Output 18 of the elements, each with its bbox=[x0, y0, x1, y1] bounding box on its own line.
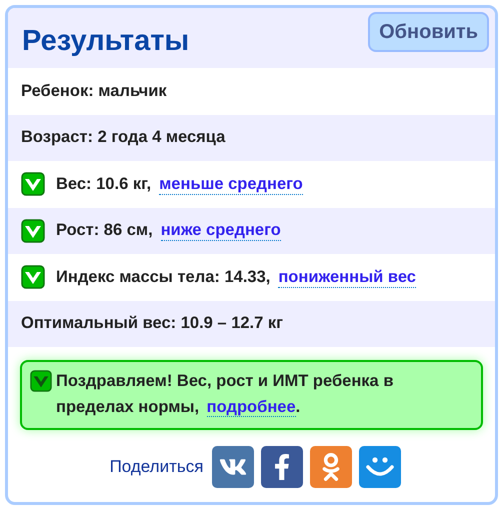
detail-link[interactable]: пониженный вес bbox=[278, 266, 416, 288]
more-link[interactable]: подробнее bbox=[206, 398, 296, 417]
share-button[interactable] bbox=[359, 446, 402, 488]
success-message: Поздравляем! Вес, рост и ИМТ ребенка в пределах нормы, подробнее. bbox=[56, 371, 394, 419]
vk-share-button[interactable] bbox=[212, 446, 254, 488]
refresh-button[interactable]: Обновить bbox=[368, 12, 489, 52]
facebook-share-button[interactable] bbox=[261, 446, 304, 488]
row-text: Возраст: 2 года 4 месяца bbox=[21, 127, 226, 148]
row-text: Ребенок: мальчик bbox=[21, 80, 167, 102]
row-text: Индекс массы тела: 14.33, bbox=[56, 266, 270, 288]
detail-link[interactable]: меньше среднего bbox=[159, 174, 303, 195]
odnoklassniki-share-button[interactable] bbox=[310, 446, 352, 488]
share-label: Поделиться bbox=[110, 456, 204, 478]
row-text: Вес: 10.6 кг, bbox=[56, 174, 152, 195]
row-text: Рост: 86 см, bbox=[56, 220, 153, 242]
detail-link[interactable]: ниже среднего bbox=[160, 220, 281, 242]
results-title: Результаты bbox=[22, 24, 190, 60]
row-text: Оптимальный вес: 10.9 – 12.7 кг bbox=[21, 313, 284, 334]
